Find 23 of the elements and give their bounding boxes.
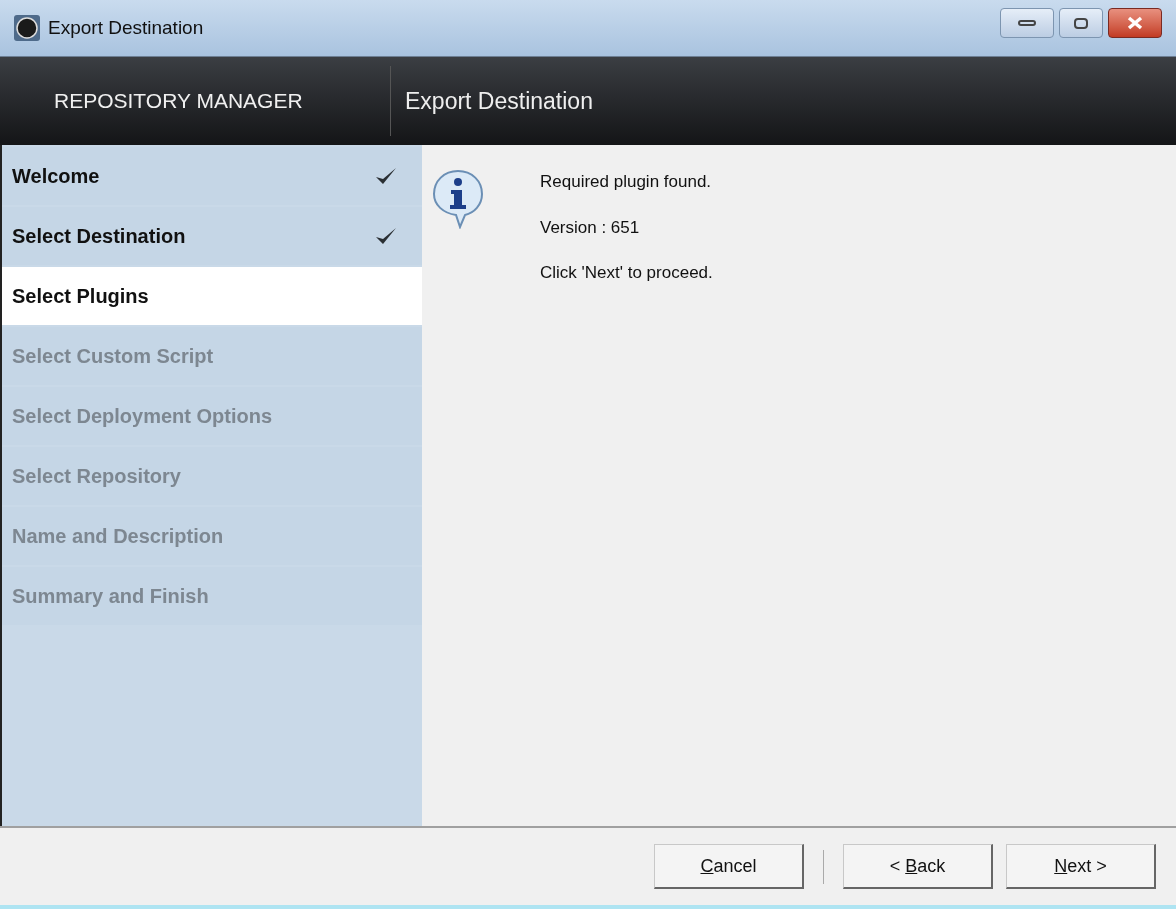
step-label: Select Plugins xyxy=(12,284,149,309)
step-label: Select Custom Script xyxy=(12,344,214,369)
info-icon xyxy=(432,169,484,229)
step-label: Welcome xyxy=(12,164,100,189)
step-label: Select Repository xyxy=(12,464,181,489)
step-label: Name and Description xyxy=(12,524,224,549)
app-logo-icon xyxy=(14,15,40,41)
close-icon xyxy=(1127,16,1143,30)
close-button[interactable] xyxy=(1108,8,1162,38)
maximize-button[interactable] xyxy=(1059,8,1103,38)
step-label: Select Deployment Options xyxy=(12,404,273,429)
minimize-button[interactable] xyxy=(1000,8,1054,38)
message-text: Version : 651 xyxy=(540,216,641,239)
wizard-button[interactable]: Next > xyxy=(1006,844,1156,889)
wizard-button[interactable]: < Back xyxy=(843,844,993,889)
window-title: Export Destination xyxy=(48,15,204,40)
page-title: Export Destination xyxy=(404,86,593,116)
message-text: Required plugin found. xyxy=(540,171,713,193)
step-label: Select Destination xyxy=(12,224,186,249)
product-name: REPOSITORY MANAGER xyxy=(53,88,304,115)
wizard-button[interactable]: Cancel xyxy=(654,844,804,889)
step-label: Summary and Finish xyxy=(12,584,209,609)
message-text: Click 'Next' to proceed. xyxy=(540,262,713,284)
